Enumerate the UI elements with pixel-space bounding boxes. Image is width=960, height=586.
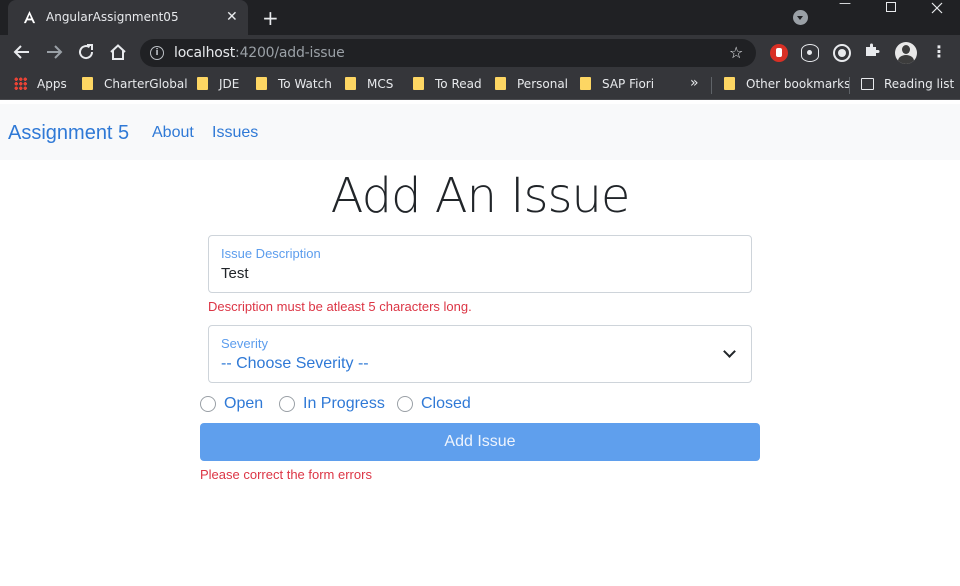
severity-select[interactable]: Severity -- Choose Severity -- — [208, 325, 752, 383]
status-radio-label[interactable]: In Progress — [303, 395, 385, 413]
status-radio-label[interactable]: Open — [224, 395, 263, 413]
browser-toolbar: i localhost:4200/add-issue ☆ ⋮ — [0, 35, 960, 71]
tab-search-icon[interactable] — [793, 10, 808, 25]
bookmarks-divider — [849, 77, 850, 94]
tab-close-icon[interactable]: ✕ — [226, 9, 238, 25]
app-navbar: Assignment 5 About Issues — [0, 104, 960, 160]
react-devtools-extension-icon[interactable] — [801, 44, 819, 62]
bookmarks-divider — [711, 77, 712, 94]
nav-link-issues[interactable]: Issues — [212, 124, 258, 142]
status-radio-label[interactable]: Closed — [421, 395, 471, 413]
bookmark-other-bookmarks[interactable]: Other bookmarks — [724, 77, 850, 94]
folder-icon — [256, 77, 267, 90]
folder-icon — [495, 77, 506, 90]
browser-menu-icon[interactable]: ⋮ — [931, 42, 947, 61]
reading-list-button[interactable]: Reading list — [861, 77, 954, 94]
bookmark-star-icon[interactable]: ☆ — [729, 43, 743, 62]
browser-tab[interactable]: AngularAssignment05 ✕ — [8, 0, 248, 35]
radio-button[interactable] — [397, 396, 413, 412]
address-bar[interactable]: i localhost:4200/add-issue ☆ — [140, 39, 756, 67]
tab-title: AngularAssignment05 — [46, 10, 179, 24]
radio-button[interactable] — [279, 396, 295, 412]
folder-icon — [413, 77, 424, 90]
angular-favicon-icon — [23, 10, 36, 24]
bookmarks-overflow-icon[interactable]: » — [690, 75, 699, 91]
issue-description-input[interactable]: Test — [221, 265, 249, 282]
close-icon — [931, 2, 943, 14]
reading-list-icon — [861, 78, 874, 90]
folder-icon — [197, 77, 208, 90]
window-minimize-button[interactable]: — — [822, 0, 868, 12]
issue-description-field[interactable]: Issue Description Test — [208, 235, 752, 293]
chevron-down-icon[interactable] — [723, 345, 736, 358]
adblock-extension-icon[interactable] — [770, 44, 788, 62]
browser-tab-strip: AngularAssignment05 ✕ + — — [0, 0, 960, 35]
new-tab-button[interactable]: + — [262, 6, 279, 30]
bookmark-mcs[interactable]: MCS — [345, 77, 393, 94]
page-title: Add An Issue — [330, 168, 631, 224]
back-arrow-icon[interactable] — [12, 43, 32, 63]
home-icon[interactable] — [108, 43, 128, 63]
radio-button[interactable] — [200, 396, 216, 412]
bookmark-to-watch[interactable]: To Watch — [256, 77, 332, 94]
reload-icon[interactable] — [76, 43, 96, 63]
severity-selected-value[interactable]: -- Choose Severity -- — [221, 355, 369, 373]
forward-arrow-icon[interactable] — [44, 43, 64, 63]
url-text: localhost:4200/add-issue — [174, 45, 345, 61]
apps-grid-icon — [14, 77, 27, 90]
bookmarks-bar: Apps CharterGlobal JDE To Watch MCS To R… — [0, 71, 960, 100]
issue-description-label: Issue Description — [221, 246, 321, 261]
nav-link-about[interactable]: About — [152, 124, 194, 142]
folder-icon — [580, 77, 591, 90]
add-issue-button[interactable]: Add Issue — [200, 423, 760, 461]
folder-icon — [724, 77, 735, 90]
bookmark-charterglobal[interactable]: CharterGlobal — [82, 77, 188, 94]
bookmark-apps[interactable]: Apps — [14, 77, 67, 94]
site-info-icon[interactable]: i — [150, 46, 164, 60]
folder-icon — [82, 77, 93, 90]
window-maximize-button[interactable] — [868, 0, 914, 16]
navbar-brand[interactable]: Assignment 5 — [8, 122, 129, 145]
bookmark-jde[interactable]: JDE — [197, 77, 239, 94]
profile-avatar[interactable] — [895, 42, 917, 64]
description-error-message: Description must be atleast 5 characters… — [208, 299, 472, 314]
bookmark-sap-fiori[interactable]: SAP Fiori — [580, 77, 654, 94]
form-error-message: Please correct the form errors — [200, 467, 372, 482]
folder-icon — [345, 77, 356, 90]
severity-label: Severity — [221, 336, 268, 351]
target-extension-icon[interactable] — [833, 44, 851, 62]
window-close-button[interactable] — [914, 0, 960, 16]
bookmark-personal[interactable]: Personal — [495, 77, 568, 94]
extensions-puzzle-icon[interactable] — [864, 42, 882, 60]
bookmark-to-read[interactable]: To Read — [413, 77, 482, 94]
